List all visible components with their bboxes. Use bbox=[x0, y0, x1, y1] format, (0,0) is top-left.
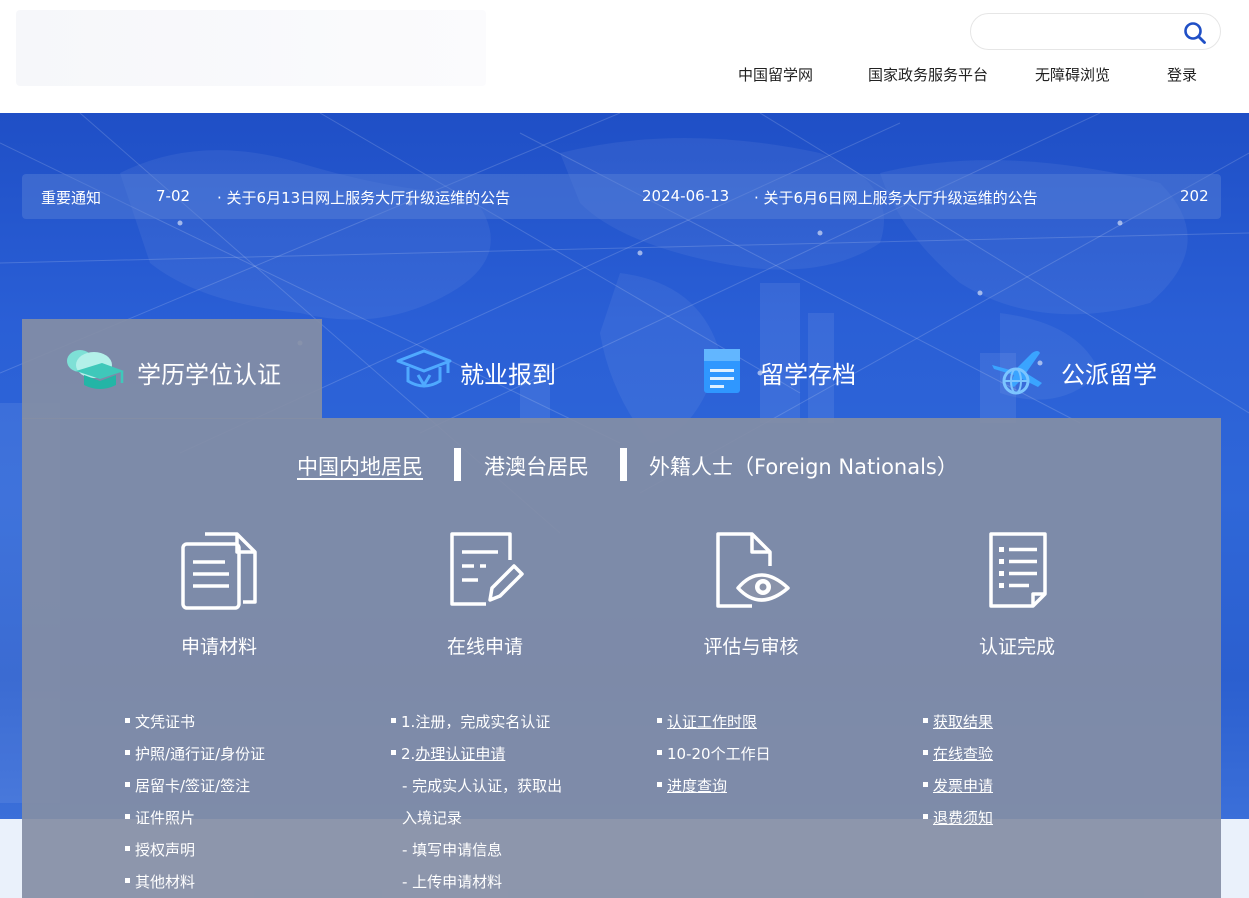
get-result-link[interactable]: 获取结果 bbox=[933, 713, 993, 731]
list-item: 在线查验 bbox=[923, 738, 993, 770]
list-item: 认证工作时限 bbox=[657, 706, 771, 738]
list-item: 1.注册，完成实名认证 bbox=[391, 706, 562, 738]
list-item: 授权声明 bbox=[125, 834, 265, 866]
tab-label: 留学存档 bbox=[760, 361, 856, 389]
list-item: - 上传申请材料 bbox=[402, 873, 503, 891]
tab-label: 公派留学 bbox=[1061, 361, 1157, 389]
important-notice-bar: 重要通知 7-02 · 关于6月13日网上服务大厅升级运维的公告 2024-06… bbox=[22, 174, 1221, 219]
nav-link-cscse[interactable]: 中国留学网 bbox=[738, 64, 813, 85]
list-item: 发票申请 bbox=[923, 770, 993, 802]
tab-employment-registration[interactable]: 就业报到 bbox=[322, 319, 622, 419]
column-title: 申请材料 bbox=[180, 636, 257, 658]
document-eye-icon bbox=[716, 532, 790, 608]
resident-type-tabs: 中国内地居民 港澳台居民 外籍人士（Foreign Nationals） bbox=[22, 448, 1221, 482]
invoice-request-link[interactable]: 发票申请 bbox=[933, 777, 993, 795]
list-item: 2.办理认证申请 bbox=[391, 738, 562, 770]
verification-complete-list: 获取结果 在线查验 发票申请 退费须知 bbox=[923, 706, 993, 834]
tab-state-sponsored-study[interactable]: 公派留学 bbox=[922, 319, 1222, 419]
notice-date: 202 bbox=[1180, 187, 1209, 205]
divider bbox=[620, 448, 627, 481]
list-item: 居留卡/签证/签注 bbox=[125, 770, 265, 802]
list-item: - 完成实人认证，获取出 bbox=[402, 777, 563, 795]
list-item: 文凭证书 bbox=[125, 706, 265, 738]
application-materials-list: 文凭证书 护照/通行证/身份证 居留卡/签证/签注 证件照片 授权声明 其他材料 bbox=[125, 706, 265, 898]
list-item: 护照/通行证/身份证 bbox=[125, 738, 265, 770]
column-title: 认证完成 bbox=[978, 636, 1055, 658]
subtab-mainland-residents[interactable]: 中国内地居民 bbox=[297, 451, 423, 481]
list-item: 入境记录 bbox=[402, 809, 463, 827]
tab-degree-verification[interactable]: 学历学位认证 bbox=[22, 319, 322, 419]
cap-badge-icon bbox=[396, 349, 452, 388]
list-item: - 填写申请信息 bbox=[402, 841, 503, 859]
notice-label: 重要通知 bbox=[41, 189, 102, 207]
notice-date: 7-02 bbox=[156, 187, 191, 205]
list-item: 其他材料 bbox=[125, 866, 265, 898]
tab-label: 就业报到 bbox=[460, 361, 556, 389]
subtab-hk-macao-taiwan-residents[interactable]: 港澳台居民 bbox=[484, 451, 589, 481]
plane-globe-icon bbox=[992, 351, 1042, 395]
subtab-foreign-nationals[interactable]: 外籍人士（Foreign Nationals） bbox=[649, 451, 958, 481]
archive-document-icon bbox=[704, 349, 740, 393]
refund-notice-link[interactable]: 退费须知 bbox=[933, 809, 993, 827]
search-input[interactable] bbox=[987, 22, 1177, 42]
evaluation-review-list: 认证工作时限 10-20个工作日 进度查询 bbox=[657, 706, 771, 802]
tab-label: 学历学位认证 bbox=[137, 361, 281, 389]
nav-link-accessibility[interactable]: 无障碍浏览 bbox=[1035, 64, 1110, 85]
graduation-cap-icon bbox=[67, 350, 124, 389]
list-item: 进度查询 bbox=[657, 770, 771, 802]
nav-link-login[interactable]: 登录 bbox=[1167, 64, 1197, 85]
apply-verification-link[interactable]: 办理认证申请 bbox=[415, 745, 505, 763]
column-title: 评估与审核 bbox=[703, 636, 799, 658]
top-nav: 中国留学网 国家政务服务平台 无障碍浏览 登录 bbox=[0, 64, 1249, 86]
notice-item-link[interactable]: · 关于6月13日网上服务大厅升级运维的公告 bbox=[217, 187, 510, 208]
list-item: 证件照片 bbox=[125, 802, 265, 834]
online-application-list: 1.注册，完成实名认证 2.办理认证申请 - 完成实人认证，获取出 入境记录 -… bbox=[391, 706, 562, 898]
search-icon[interactable] bbox=[1183, 21, 1207, 45]
list-item: 退费须知 bbox=[923, 802, 993, 834]
column-title: 在线申请 bbox=[446, 636, 523, 658]
checklist-icon bbox=[989, 532, 1047, 608]
edit-form-icon bbox=[450, 532, 524, 606]
site-header: 中国留学网 国家政务服务平台 无障碍浏览 登录 bbox=[0, 0, 1249, 113]
documents-icon bbox=[181, 532, 257, 610]
list-item: 获取结果 bbox=[923, 706, 993, 738]
notice-date: 2024-06-13 bbox=[642, 187, 730, 205]
tab-study-abroad-archive[interactable]: 留学存档 bbox=[622, 319, 922, 419]
progress-query-link[interactable]: 进度查询 bbox=[667, 777, 727, 795]
online-check-link[interactable]: 在线查验 bbox=[933, 745, 993, 763]
degree-verification-panel: 中国内地居民 港澳台居民 外籍人士（Foreign Nationals） 申请材… bbox=[22, 418, 1221, 898]
nav-link-gov-platform[interactable]: 国家政务服务平台 bbox=[868, 64, 988, 85]
divider bbox=[454, 448, 461, 481]
search-box bbox=[970, 13, 1221, 50]
list-item: 10-20个工作日 bbox=[657, 738, 771, 770]
notice-item-link[interactable]: · 关于6月6日网上服务大厅升级运维的公告 bbox=[754, 187, 1038, 208]
processing-time-link[interactable]: 认证工作时限 bbox=[667, 713, 757, 731]
